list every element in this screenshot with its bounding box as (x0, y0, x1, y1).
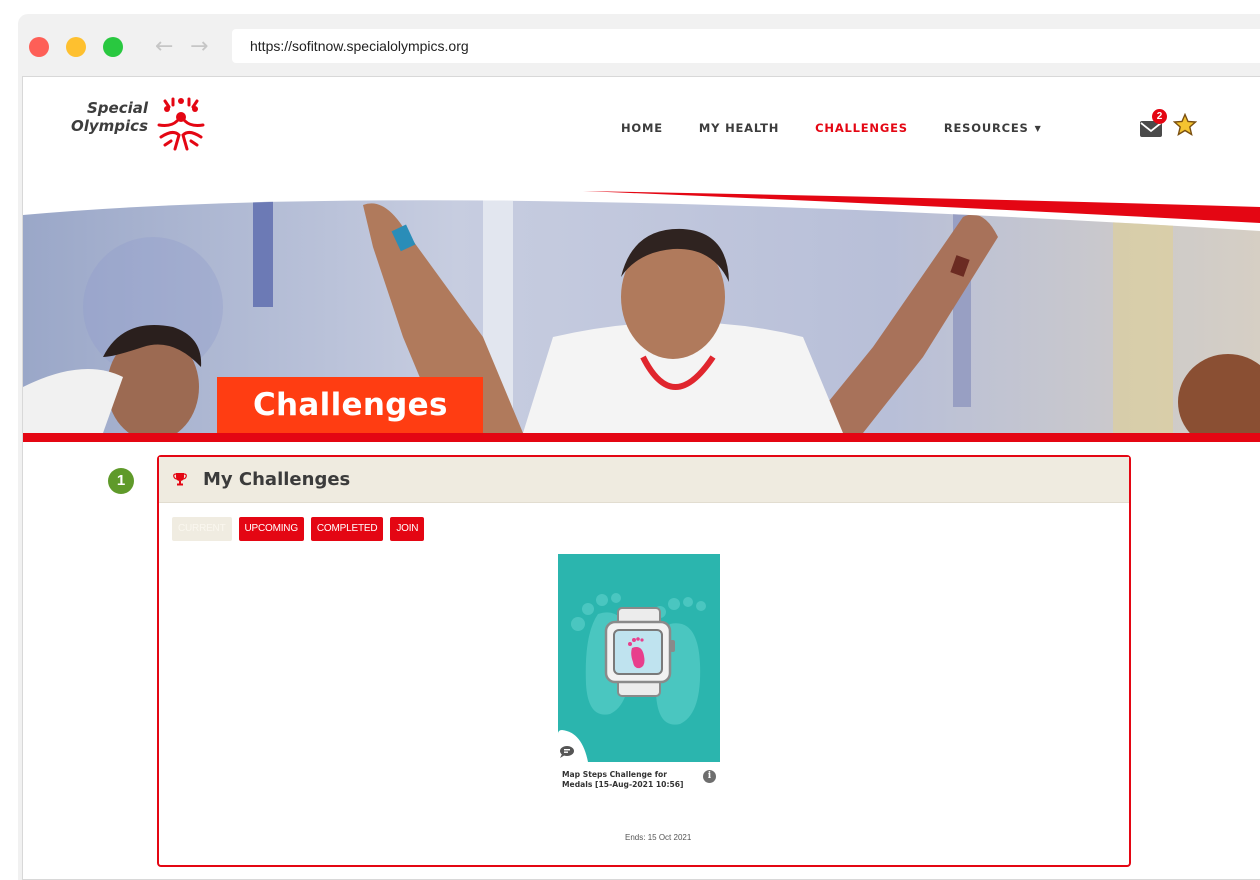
info-icon[interactable]: i (703, 770, 716, 783)
nav-resources[interactable]: RESOURCES ▼ (944, 121, 1042, 135)
challenge-card-title[interactable]: Map Steps Challenge for Medals [15-Aug-2… (562, 770, 692, 790)
ends-date-value: 15 Oct 2021 (647, 833, 692, 842)
main-navigation: HOME MY HEALTH CHALLENGES RESOURCES ▼ (621, 121, 1078, 135)
footprint-watch-illustration (558, 554, 720, 762)
page-viewport: Special Olympics HOME MY HEALTH CHALLENG… (22, 76, 1260, 880)
forward-arrow-icon[interactable]: → (190, 34, 208, 60)
hero-title-box: Challenges (217, 377, 483, 433)
logo-wordmark: Special Olympics (43, 99, 148, 135)
panel-title: My Challenges (203, 469, 351, 490)
minimize-window-button[interactable] (66, 37, 86, 57)
challenge-tabs: CURRENT UPCOMING COMPLETED JOIN (172, 517, 425, 541)
ends-label: Ends: (625, 833, 646, 842)
chat-bubble-icon[interactable] (556, 739, 582, 765)
nav-challenges[interactable]: CHALLENGES (815, 121, 908, 135)
step-number-badge: 1 (108, 468, 134, 494)
url-text[interactable]: https://sofitnow.specialolympics.org (250, 38, 469, 54)
page-title: Challenges (253, 387, 448, 423)
maximize-window-button[interactable] (103, 37, 123, 57)
panel-header: My Challenges (159, 457, 1129, 503)
hero-banner: Challenges (23, 187, 1260, 433)
tab-current[interactable]: CURRENT (172, 517, 232, 541)
logo-line-2: Olympics (71, 117, 148, 135)
back-arrow-icon[interactable]: ← (155, 34, 173, 60)
challenge-card-image[interactable] (558, 554, 720, 762)
special-olympics-logo[interactable]: Special Olympics (43, 95, 223, 157)
hero-photo (23, 187, 1260, 433)
special-olympics-emblem-icon (157, 97, 205, 151)
close-window-button[interactable] (29, 37, 49, 57)
logo-line-1: Special (86, 99, 148, 117)
tab-join[interactable]: JOIN (390, 517, 425, 541)
nav-my-health[interactable]: MY HEALTH (699, 121, 779, 135)
star-icon (1172, 112, 1198, 136)
tab-completed[interactable]: COMPLETED (310, 517, 384, 541)
challenge-end-date: Ends: 15 Oct 2021 (625, 833, 691, 842)
my-challenges-panel: My Challenges CURRENT UPCOMING COMPLETED… (157, 455, 1131, 867)
browser-window: ← → https://sofitnow.specialolympics.org… (18, 14, 1260, 880)
trophy-icon (173, 473, 187, 486)
messages-button[interactable]: 2 (1139, 109, 1167, 139)
nav-resources-label: RESOURCES (943, 121, 1029, 135)
tab-upcoming[interactable]: UPCOMING (238, 517, 304, 541)
address-bar[interactable]: https://sofitnow.specialolympics.org (232, 29, 1260, 63)
nav-home[interactable]: HOME (621, 121, 663, 135)
hero-bottom-bar (23, 433, 1260, 442)
favorites-button[interactable] (1172, 112, 1199, 139)
unread-count-badge: 2 (1152, 109, 1167, 124)
chevron-down-icon: ▼ (1034, 124, 1042, 133)
